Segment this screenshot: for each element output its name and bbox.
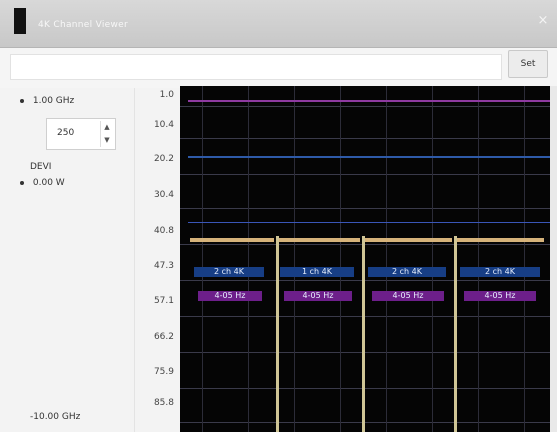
channel-label: 2 ch 4K: [485, 267, 515, 276]
grid-line: [180, 280, 550, 281]
grid-line: [180, 138, 550, 139]
grid-line: [294, 86, 295, 432]
spinbox-value: 250: [57, 128, 75, 138]
y-tick-label: 75.9: [153, 367, 174, 377]
app-icon: [14, 8, 26, 34]
grid-line: [180, 208, 550, 209]
title-bar: 4K Channel Viewer ×: [0, 0, 557, 48]
grid-line: [248, 86, 249, 432]
spectrum-plot[interactable]: 2 ch 4K 1 ch 4K 2 ch 4K 2 ch 4K 4-05 Hz …: [180, 86, 550, 432]
toolbar-input[interactable]: [10, 54, 502, 80]
channel-envelope: [190, 238, 274, 242]
mode-label: DEVI: [30, 162, 52, 172]
channel-envelope: [276, 238, 360, 242]
trace-magenta: [188, 100, 550, 102]
channel-envelope: [454, 238, 544, 242]
grid-line: [180, 244, 550, 245]
toolbar: [0, 48, 557, 88]
channel-divider: [362, 236, 365, 432]
mode-item[interactable]: 0.00 W: [20, 178, 65, 188]
y-tick-label: 57.1: [153, 296, 174, 306]
grid-line: [524, 86, 525, 432]
set-button[interactable]: Set: [508, 50, 548, 78]
grid-line: [180, 316, 550, 317]
y-tick-label: 66.2: [153, 332, 174, 342]
y-tick-label: 10.4: [153, 120, 174, 130]
y-tick-label: 40.8: [153, 226, 174, 236]
channel-sublabel: 4-05 Hz: [214, 291, 246, 300]
y-tick-label: 47.3: [153, 261, 174, 271]
channel-sublabel: 4-05 Hz: [484, 291, 516, 300]
grid-line: [180, 352, 550, 353]
y-tick-label: 30.4: [153, 190, 174, 200]
channel-label: 2 ch 4K: [392, 267, 422, 276]
spin-up-icon[interactable]: ▲: [101, 121, 113, 134]
channel-label: 1 ch 4K: [302, 267, 332, 276]
grid-line: [202, 86, 203, 432]
channel-sublabel: 4-05 Hz: [392, 291, 424, 300]
spin-down-icon[interactable]: ▼: [101, 134, 113, 147]
channel-label: 2 ch 4K: [214, 267, 244, 276]
freq-item[interactable]: 1.00 GHz: [20, 96, 74, 106]
trace-blue: [188, 156, 550, 158]
y-tick-label: 20.2: [153, 154, 174, 164]
grid-line: [180, 388, 550, 389]
trace-blue-thin: [188, 222, 550, 223]
y-tick-label: 1.0: [159, 90, 174, 100]
grid-line: [478, 86, 479, 432]
bullet-icon: [20, 98, 24, 103]
grid-line: [432, 86, 433, 432]
mode-value: 0.00 W: [32, 178, 65, 188]
channel-sublabel: 4-05 Hz: [302, 291, 334, 300]
y-axis: 1.0 10.4 20.2 30.4 40.8 47.3 57.1 66.2 7…: [135, 88, 180, 432]
channel-divider: [276, 236, 279, 432]
spinbox-arrows: ▲ ▼: [100, 121, 113, 147]
bottom-label: -10.00 GHz: [30, 412, 81, 422]
right-scrollbar[interactable]: [550, 86, 557, 432]
freq-label: 1.00 GHz: [32, 96, 75, 106]
grid-line: [340, 86, 341, 432]
channel-divider: [454, 236, 457, 432]
window-title: 4K Channel Viewer: [38, 20, 128, 30]
value-spinbox[interactable]: 250 ▲ ▼: [46, 118, 116, 150]
grid-line: [386, 86, 387, 432]
bullet-icon: [20, 180, 24, 185]
y-tick-label: 85.8: [153, 398, 174, 408]
grid-line: [180, 422, 550, 423]
channel-envelope: [362, 238, 452, 242]
grid-line: [180, 174, 550, 175]
grid-line: [180, 106, 550, 107]
close-button[interactable]: ×: [535, 10, 551, 32]
